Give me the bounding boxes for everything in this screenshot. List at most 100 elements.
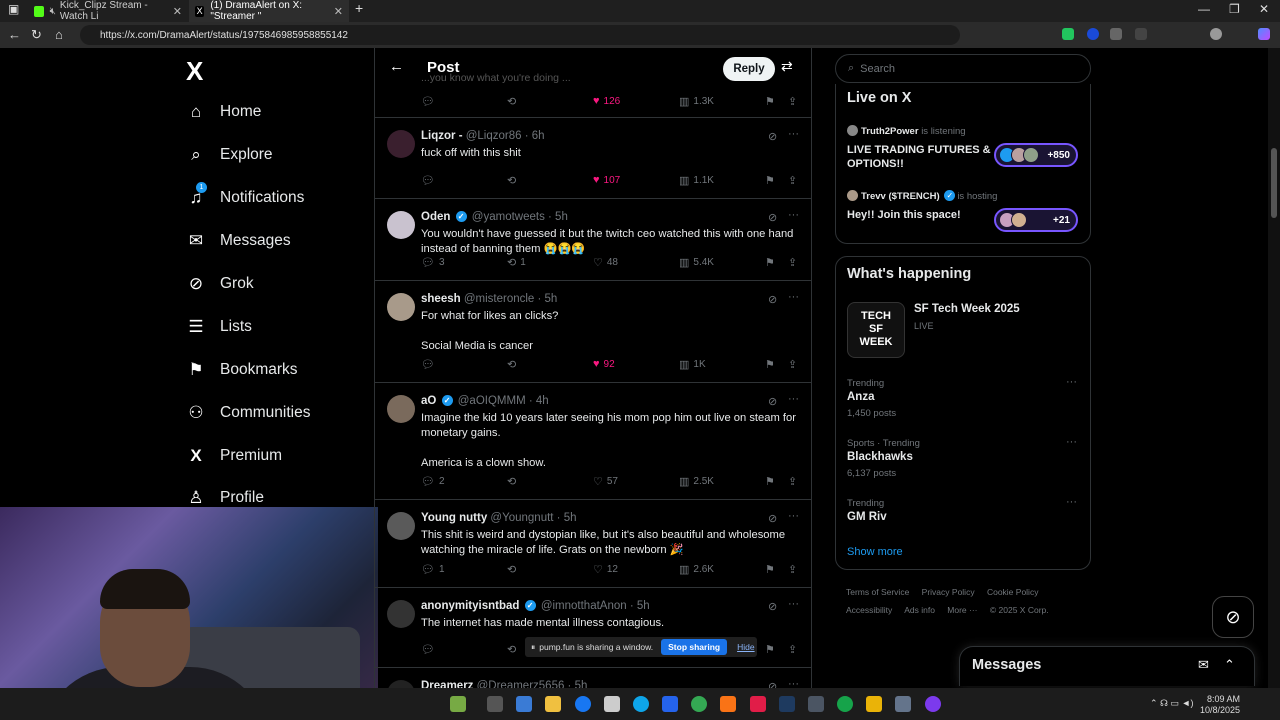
space-listeners-pill[interactable]: +21	[994, 208, 1078, 232]
mute-icon[interactable]: 🔇︎	[50, 6, 56, 17]
avatar[interactable]	[387, 395, 415, 423]
new-message-icon[interactable]: ✉	[1198, 657, 1209, 673]
share-button[interactable]: ⇪	[788, 563, 801, 576]
repost-button[interactable]: ⟲	[507, 358, 520, 371]
reply-button[interactable]: Reply	[723, 57, 775, 81]
like-button[interactable]: ♥ 92	[593, 358, 615, 370]
app-icon[interactable]	[895, 696, 911, 712]
views-button[interactable]: ▥ 5.4K	[679, 256, 714, 269]
tweet-author[interactable]: anonymityisntbad ✓ @imnotthatAnon · 5h	[421, 600, 650, 612]
expand-up-icon[interactable]: ⌃	[1224, 657, 1235, 673]
new-tab-button[interactable]: +	[355, 0, 363, 16]
edge-icon[interactable]	[633, 696, 649, 712]
bookmark-button[interactable]: ⚑	[765, 358, 779, 371]
bookmark-button[interactable]: ⚑	[765, 256, 779, 269]
repost-button[interactable]: ⟲	[507, 563, 520, 576]
views-button[interactable]: ▥ 1.3K	[679, 95, 714, 108]
search-input[interactable]: ⌕ Search	[835, 54, 1091, 83]
repost-icon[interactable]: ⟲	[507, 95, 520, 108]
clock[interactable]: 8:09 AM 10/8/2025	[1200, 694, 1240, 716]
bookmark-icon[interactable]: ⚑	[765, 95, 779, 108]
avatar[interactable]	[387, 600, 415, 628]
grok-explain-icon[interactable]: ⊘	[768, 600, 777, 613]
scrollbar[interactable]	[1268, 48, 1280, 688]
footer-link[interactable]: Accessibility	[846, 605, 892, 615]
youtube-icon[interactable]	[750, 696, 766, 712]
grok-fab-icon[interactable]: ⊘	[1212, 596, 1254, 638]
tab-x[interactable]: X (1) DramaAlert on X: "Streamer " ✕	[189, 0, 349, 22]
footer-link[interactable]: Ads info	[904, 605, 935, 615]
obs-icon[interactable]	[925, 696, 941, 712]
extension-icon[interactable]	[1110, 28, 1122, 40]
bookmark-button[interactable]: ⚑	[765, 174, 779, 187]
app-icon[interactable]	[450, 696, 466, 712]
more-icon[interactable]: ···	[788, 510, 799, 522]
close-tab-icon[interactable]: ✕	[334, 5, 343, 18]
views-button[interactable]: ▥ 2.5K	[679, 475, 714, 488]
avatar[interactable]	[387, 130, 415, 158]
tray-icons[interactable]: ⌃ ☊ ▭ ◄)	[1150, 698, 1193, 709]
footer-link[interactable]: Privacy Policy	[922, 587, 975, 597]
more-icon[interactable]: ···	[788, 598, 799, 610]
more-icon[interactable]: ···	[788, 209, 799, 221]
more-icon[interactable]: ···	[788, 128, 799, 140]
app-icon[interactable]	[808, 696, 824, 712]
bookmark-button[interactable]: ⚑	[765, 563, 779, 576]
facebook-icon[interactable]	[575, 696, 591, 712]
tweet[interactable]: sheesh @misteroncle · 5h ⊘ ··· For what …	[375, 281, 811, 383]
extension-icon[interactable]	[1062, 28, 1074, 40]
reply-button[interactable]: 💬︎	[421, 643, 439, 656]
views-button[interactable]: ▥ 1K	[679, 358, 706, 371]
messages-dock[interactable]: Messages ✉ ⌃	[959, 646, 1255, 686]
share-button[interactable]: ⇪	[788, 643, 801, 656]
more-icon[interactable]: ···	[1066, 436, 1077, 448]
more-icon[interactable]: ···	[1066, 496, 1077, 508]
views-button[interactable]: ▥ 1.1K	[679, 174, 714, 187]
nav-premium[interactable]: X Premium	[186, 446, 282, 466]
share-button[interactable]: ⇪	[788, 174, 801, 187]
hide-button[interactable]: Hide	[737, 642, 754, 652]
more-icon[interactable]: ···	[788, 393, 799, 405]
space-title[interactable]: Hey!! Join this space!	[847, 208, 997, 222]
calculator-icon[interactable]	[662, 696, 678, 712]
steam-icon[interactable]	[779, 696, 795, 712]
nav-profile[interactable]: ♙ Profile	[186, 488, 264, 508]
show-more-link[interactable]: Show more	[847, 546, 903, 558]
reply-button[interactable]: 💬︎	[421, 174, 439, 187]
close-window-icon[interactable]: ✕	[1259, 2, 1269, 16]
file-explorer-icon[interactable]	[545, 696, 561, 712]
like-button[interactable]: ♡ 57	[593, 475, 618, 488]
copilot-icon[interactable]	[1258, 28, 1270, 40]
repost-button[interactable]: ⟲	[507, 174, 520, 187]
nav-explore[interactable]: ⌕ Explore	[186, 145, 272, 165]
nav-bookmarks[interactable]: ⚑ Bookmarks	[186, 360, 297, 380]
more-icon[interactable]: ···	[788, 291, 799, 303]
nav-communities[interactable]: ⚇ Communities	[186, 403, 310, 423]
share-icon[interactable]: ⇪	[788, 95, 801, 108]
like-button[interactable]: ♥ 126	[593, 95, 620, 107]
reply-button[interactable]: 💬︎ 3	[421, 256, 445, 269]
grok-explain-icon[interactable]: ⊘	[768, 512, 777, 525]
footer-link[interactable]: More ···	[947, 605, 977, 615]
task-view-icon[interactable]	[487, 696, 503, 712]
bookmark-button[interactable]: ⚑	[765, 475, 779, 488]
share-button[interactable]: ⇪	[788, 256, 801, 269]
tweet-author[interactable]: Liqzor - @Liqzor86 · 6h	[421, 130, 545, 142]
avatar[interactable]	[387, 293, 415, 321]
tab-actions-icon[interactable]: ▣	[8, 2, 19, 16]
avatar[interactable]	[387, 211, 415, 239]
back-icon[interactable]: ←	[8, 27, 21, 42]
grok-explain-icon[interactable]: ⊘	[768, 211, 777, 224]
app-icon[interactable]	[720, 696, 736, 712]
event-thumbnail[interactable]: TECH SF WEEK	[847, 302, 905, 358]
trend-name[interactable]: Anza	[847, 391, 874, 403]
event-name[interactable]: SF Tech Week 2025	[914, 303, 1020, 315]
tweet[interactable]: aO ✓ @aOIQMMM · 4h ⊘ ··· Imagine the kid…	[375, 383, 811, 500]
tweet[interactable]: Young nutty @Youngnutt · 5h ⊘ ··· This s…	[375, 500, 811, 588]
trend-name[interactable]: GM Riv	[847, 511, 887, 523]
reply-icon[interactable]: 💬︎	[421, 95, 439, 108]
nav-notifications[interactable]: ♫ 1 Notifications	[186, 182, 304, 208]
sliders-icon[interactable]: ⇄	[781, 58, 793, 75]
close-tab-icon[interactable]: ✕	[173, 5, 182, 18]
repost-button[interactable]: ⟲ 1	[507, 256, 526, 269]
